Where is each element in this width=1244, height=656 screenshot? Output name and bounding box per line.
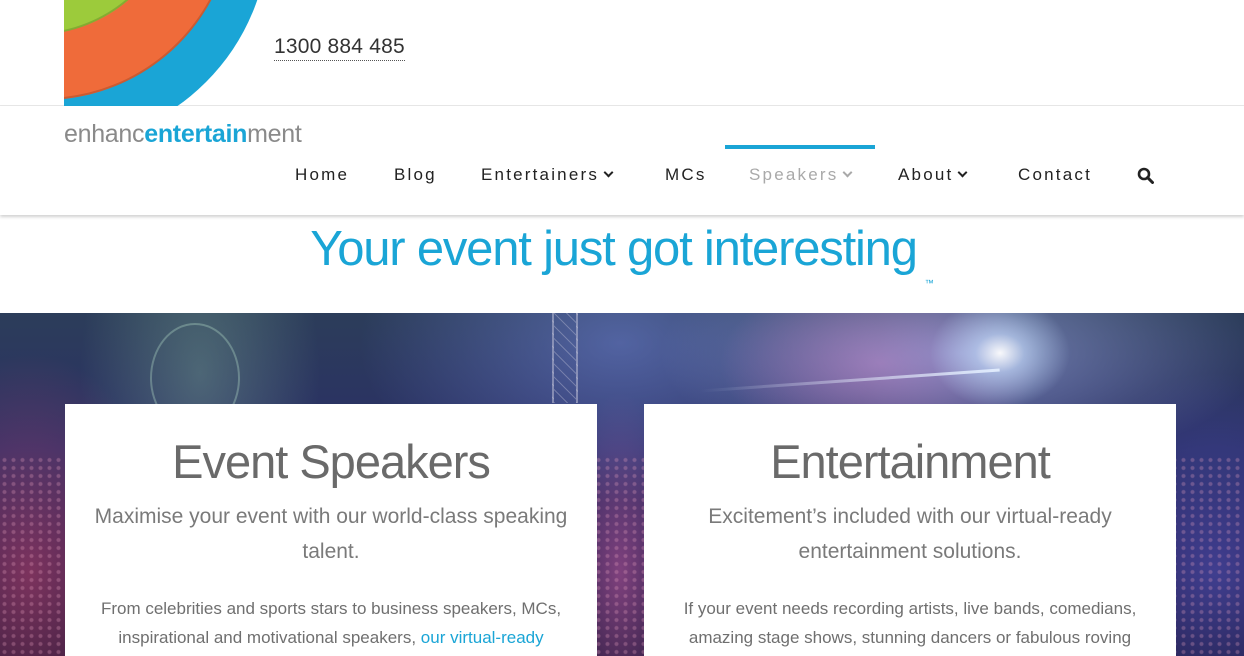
nav-item-entertainers[interactable]: Entertainers	[481, 164, 614, 186]
nav-item-label: Contact	[1018, 165, 1092, 184]
card-title[interactable]: Event Speakers	[65, 434, 597, 490]
chevron-down-icon	[842, 167, 853, 178]
card-body: From celebrities and sports stars to bus…	[87, 594, 575, 652]
stage-truss-graphic	[552, 313, 578, 403]
card-subtitle: Excitement’s included with our virtual-r…	[708, 505, 1112, 563]
nav-item-label: Entertainers	[481, 165, 600, 184]
chevron-down-icon	[603, 167, 614, 178]
trademark-mark: ™	[924, 278, 934, 288]
card-title[interactable]: Entertainment	[644, 434, 1176, 490]
chevron-down-icon	[957, 167, 968, 178]
nav-item-blog[interactable]: Blog	[394, 164, 437, 186]
top-header: 1300 884 485	[0, 0, 1244, 106]
nav-item-contact[interactable]: Contact	[1018, 164, 1092, 186]
tagline-text: Your event just got interesting	[310, 222, 918, 276]
nav-item-label: Blog	[394, 165, 437, 184]
nav-item-about[interactable]: About	[898, 164, 968, 186]
virtual-ready-link[interactable]: our virtual-ready	[421, 628, 544, 647]
nav-item-label: Home	[295, 165, 350, 184]
nav-item-label: Speakers	[749, 165, 839, 184]
card-subtitle: Maximise your event with our world-class…	[94, 505, 568, 563]
nav-item-speakers[interactable]: Speakers	[749, 164, 853, 186]
nav-item-mcs[interactable]: MCs	[665, 164, 707, 186]
nav-item-label: MCs	[665, 165, 707, 184]
nav-item-home[interactable]: Home	[295, 164, 349, 186]
active-indicator	[725, 145, 875, 149]
tagline-section: Your event just got interesting ™	[0, 215, 1244, 313]
card-body: If your event needs recording artists, l…	[683, 599, 1137, 647]
hero-banner: Event Speakers Maximise your event with …	[0, 313, 1244, 656]
light-beam-graphic	[700, 368, 1000, 393]
phone-link[interactable]: 1300 884 485	[274, 34, 405, 61]
event-speakers-card: Event Speakers Maximise your event with …	[65, 404, 597, 656]
nav-item-label: About	[898, 165, 954, 184]
tagline-heading: Your event just got interesting ™	[0, 219, 1244, 288]
logo-graphic[interactable]	[64, 0, 270, 106]
entertainment-card: Entertainment Excitement’s included with…	[644, 404, 1176, 656]
search-icon[interactable]	[1137, 167, 1154, 184]
main-navbar: enhancentertainment Home Blog Entertaine…	[0, 106, 1244, 215]
nav-menu: Home Blog Entertainers MCs Speakers Abou…	[0, 106, 1244, 215]
